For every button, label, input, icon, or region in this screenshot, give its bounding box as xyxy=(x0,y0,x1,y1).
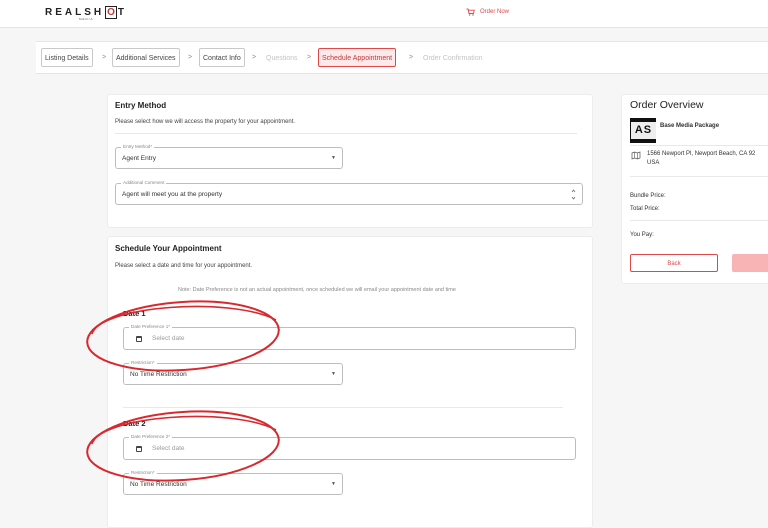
date-1-title: Date 1 xyxy=(123,309,146,318)
entry-method-title: Entry Method xyxy=(115,101,167,110)
chevron-right-icon: > xyxy=(409,54,414,61)
total-price-label: Total Price: xyxy=(630,206,660,212)
address-line-1: 1566 Newport Pl, Newport Beach, CA 92 xyxy=(647,151,756,157)
restriction-1-value: No Time Restriction xyxy=(130,371,187,378)
additional-comment-value: Agent will meet you at the property xyxy=(122,191,223,198)
next-button[interactable] xyxy=(732,254,768,272)
calendar-icon xyxy=(136,336,142,342)
restriction-2-value: No Time Restriction xyxy=(130,481,187,488)
chevron-right-icon: > xyxy=(307,54,312,61)
caret-down-icon: ▼ xyxy=(331,155,336,161)
additional-comment-label: Additional Comment xyxy=(121,180,167,185)
entry-method-description: Please select how we will access the pro… xyxy=(115,119,296,125)
date-preference-2-label: Date Preference 2* xyxy=(129,434,173,439)
divider xyxy=(630,176,768,177)
you-pay-label: You Pay: xyxy=(630,232,654,238)
date-preference-1-placeholder: Select date xyxy=(152,335,185,342)
package-thumbnail: AS xyxy=(630,118,656,143)
schedule-description: Please select a date and time for your a… xyxy=(115,263,253,269)
restriction-1-label: Restriction* xyxy=(129,360,157,365)
back-button[interactable]: Back xyxy=(630,254,718,272)
calendar-icon xyxy=(136,446,142,452)
cart-icon xyxy=(466,8,475,16)
progress-steps: Listing Details > Additional Services > … xyxy=(36,41,768,74)
divider xyxy=(630,220,768,221)
chevron-right-icon: > xyxy=(102,54,107,61)
restriction-2-select[interactable]: Restriction* No Time Restriction ▼ xyxy=(123,470,343,495)
top-header: REALSH O T MEDIA Order Now xyxy=(0,0,768,28)
schedule-note: Note: Date Preference is not an actual a… xyxy=(178,287,456,293)
package-name: Base Media Package xyxy=(660,123,720,129)
order-now-label: Order Now xyxy=(480,9,510,15)
date-2-title: Date 2 xyxy=(123,419,146,428)
logo-text-start: REALSH xyxy=(45,7,105,18)
resize-icon[interactable] xyxy=(571,189,576,200)
address-line-2: USA xyxy=(647,160,660,166)
entry-method-select[interactable]: Entry Method* Agent Entry ▼ xyxy=(115,144,343,169)
caret-down-icon: ▼ xyxy=(331,371,336,377)
restriction-2-label: Restriction* xyxy=(129,470,157,475)
logo-subtext: MEDIA xyxy=(79,17,94,21)
date-preference-1-input[interactable]: Date Preference 1* Select date xyxy=(123,324,576,350)
step-questions[interactable]: Questions xyxy=(262,48,302,67)
step-listing-details[interactable]: Listing Details xyxy=(41,48,93,67)
schedule-card: Schedule Your Appointment Please select … xyxy=(107,236,593,528)
date-preference-2-placeholder: Select date xyxy=(152,445,185,452)
schedule-title: Schedule Your Appointment xyxy=(115,244,222,253)
additional-comment-field[interactable]: Additional Comment Agent will meet you a… xyxy=(115,180,583,205)
caret-down-icon: ▼ xyxy=(331,481,336,487)
map-icon xyxy=(631,151,641,160)
step-additional-services[interactable]: Additional Services xyxy=(112,48,180,67)
restriction-1-select[interactable]: Restriction* No Time Restriction ▼ xyxy=(123,360,343,385)
bundle-price-label: Bundle Price: xyxy=(630,193,666,199)
entry-method-label: Entry Method* xyxy=(121,144,155,149)
entry-method-card: Entry Method Please select how we will a… xyxy=(107,94,593,228)
divider xyxy=(123,407,563,408)
package-thumbnail-text: AS xyxy=(631,122,656,139)
chevron-right-icon: > xyxy=(252,54,257,61)
date-preference-2-input[interactable]: Date Preference 2* Select date xyxy=(123,434,576,460)
logo-camera-icon: O xyxy=(105,6,117,19)
entry-method-value: Agent Entry xyxy=(122,155,156,162)
step-contact-info[interactable]: Contact Info xyxy=(199,48,245,67)
step-schedule-appointment[interactable]: Schedule Appointment xyxy=(318,48,397,67)
step-order-confirmation[interactable]: Order Confirmation xyxy=(419,48,487,67)
date-preference-1-label: Date Preference 1* xyxy=(129,324,173,329)
logo-text-end: T xyxy=(117,7,128,18)
order-overview-title: Order Overview xyxy=(630,99,704,111)
divider xyxy=(115,133,577,134)
order-now-button[interactable]: Order Now xyxy=(466,8,509,16)
divider xyxy=(630,145,768,146)
chevron-right-icon: > xyxy=(188,54,193,61)
